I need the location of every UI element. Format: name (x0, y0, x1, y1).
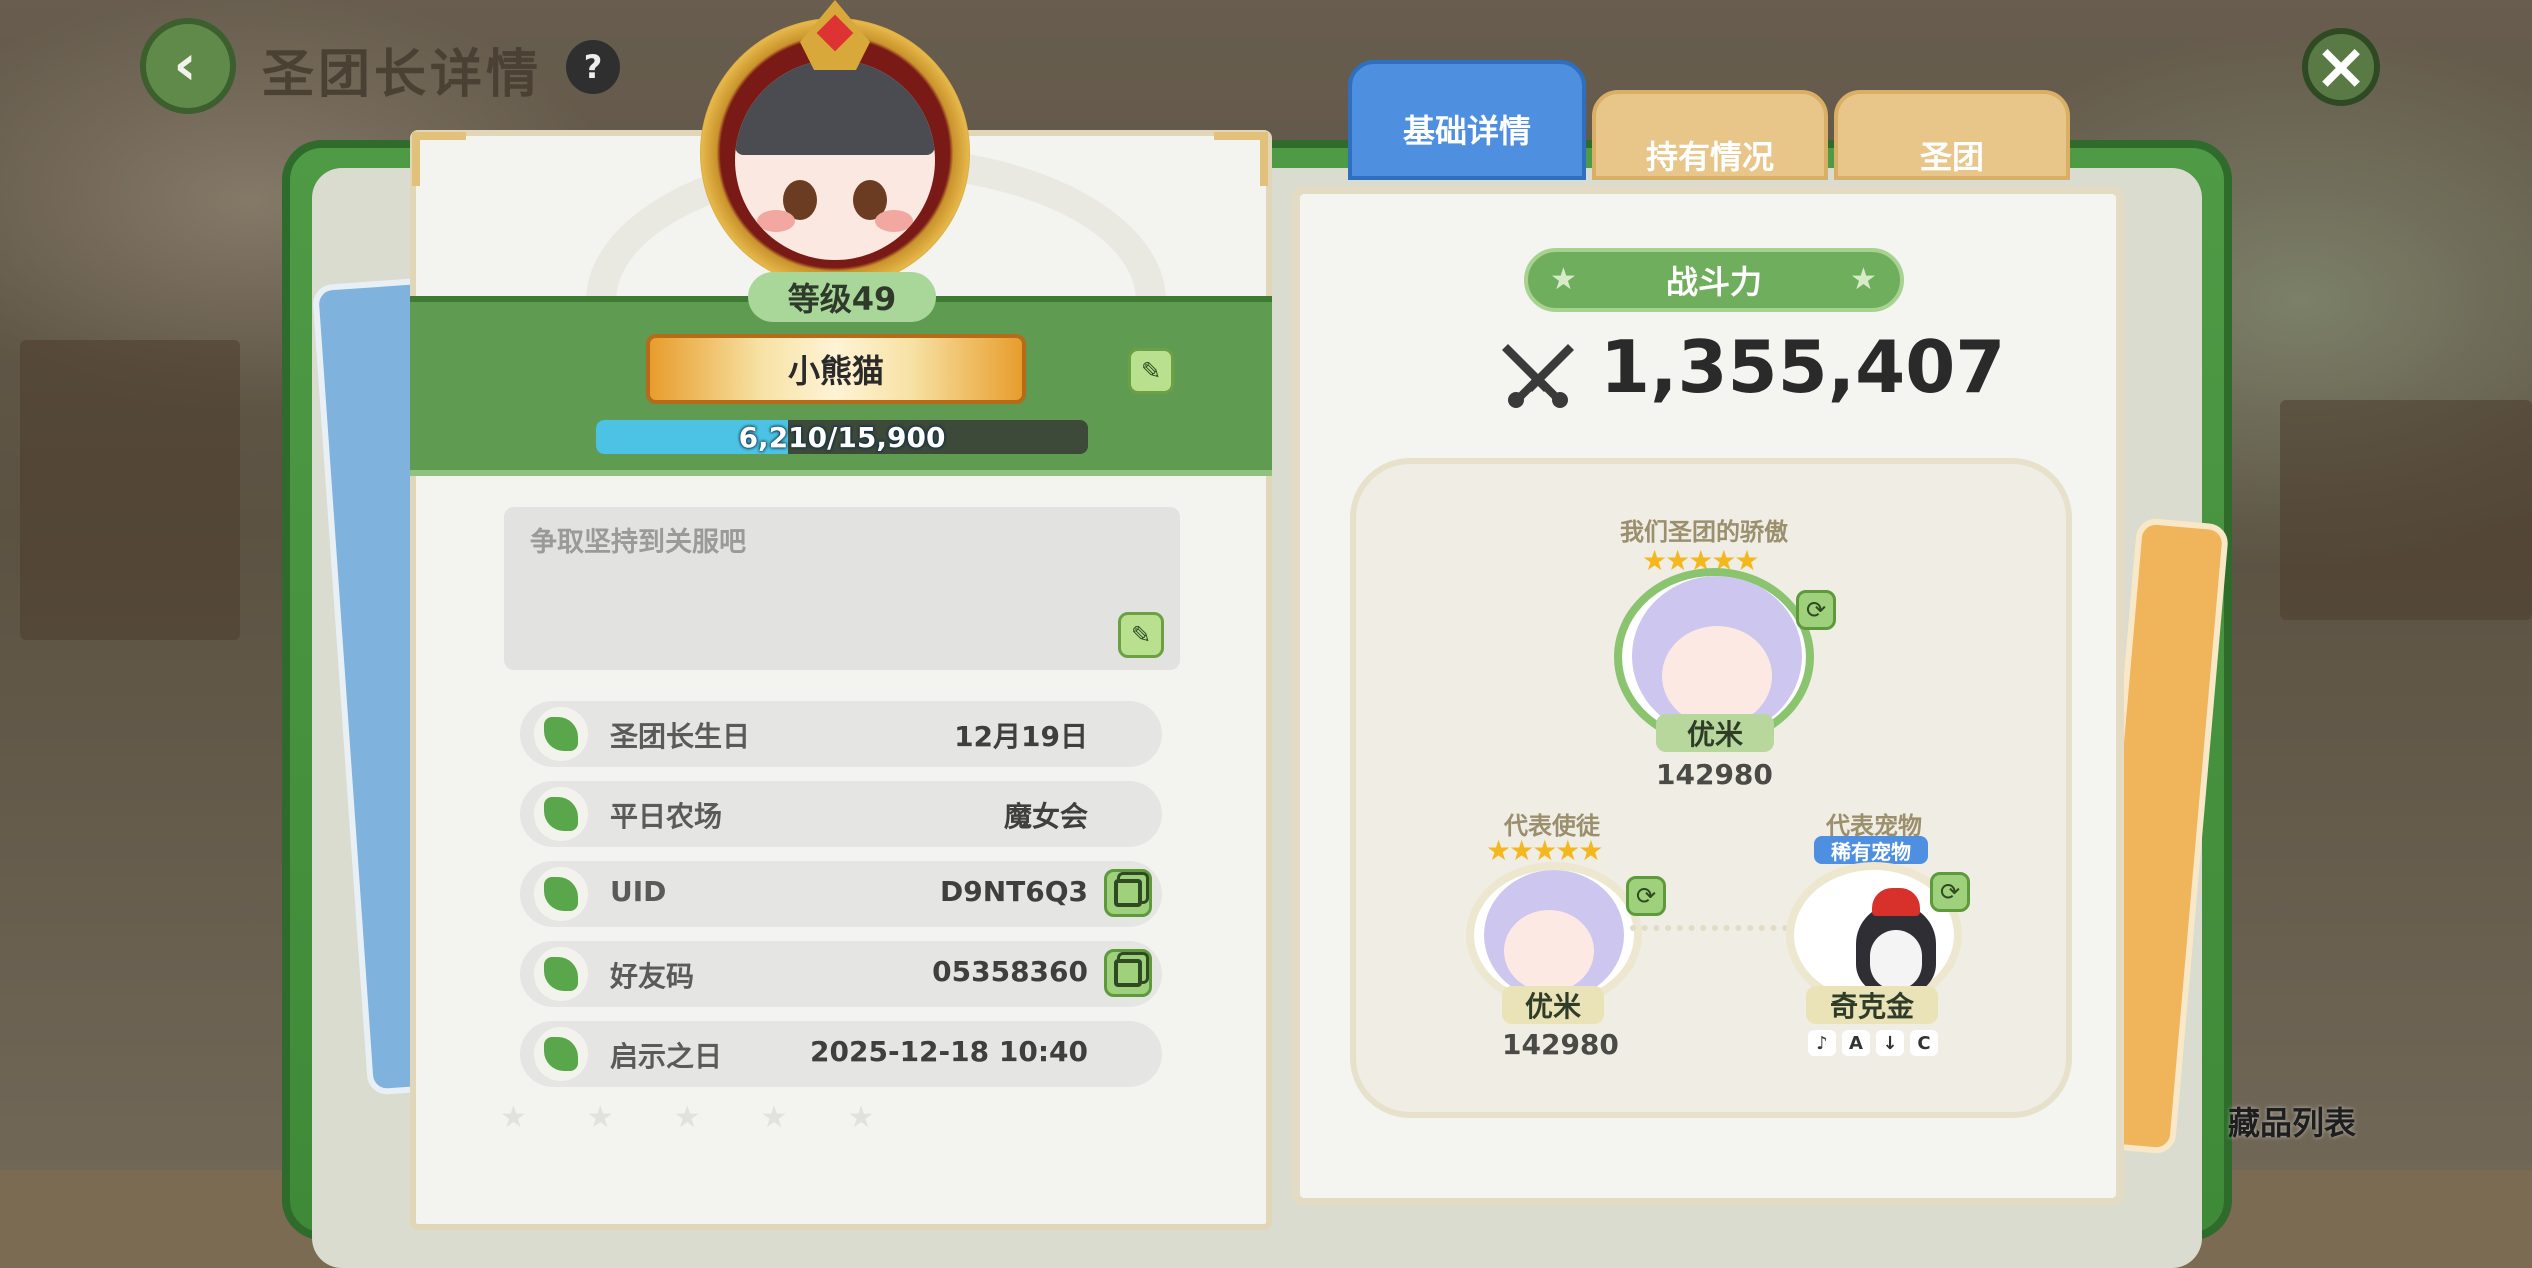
pet-skills: ♪ A ↓ C (1808, 1030, 1938, 1056)
info-value: 2025-12-18 10:40 (810, 1035, 1088, 1068)
name-plate: 小熊猫 (646, 334, 1026, 404)
leaf-icon (534, 867, 588, 921)
level-badge: 等级49 (748, 272, 936, 322)
close-icon: × (2314, 30, 2368, 104)
combat-power-value: 1,355,407 (1600, 325, 2006, 409)
refresh-icon: ⟳ (1635, 882, 1657, 910)
swap-pet-button[interactable]: ⟳ (1930, 872, 1970, 912)
pencil-icon: ✎ (1130, 621, 1152, 649)
pencil-icon: ✎ (1140, 357, 1162, 385)
xp-bar: 6,210/15,900 (596, 420, 1088, 454)
tab-holdings[interactable]: 持有情况 (1592, 90, 1828, 180)
tab-label: 基础详情 (1402, 112, 1531, 150)
edit-motto-button[interactable]: ✎ (1118, 612, 1164, 658)
info-label: UID (610, 875, 667, 908)
player-name: 小熊猫 (787, 352, 884, 390)
hero-power: 142980 (1656, 758, 1773, 791)
copy-icon (1114, 879, 1142, 907)
info-value: D9NT6Q3 (939, 875, 1088, 908)
info-label: 好友码 (610, 960, 695, 993)
connector-dots (1630, 925, 1800, 931)
motto-text: 争取坚持到关服吧 (530, 527, 746, 558)
skill-icon: A (1842, 1030, 1870, 1056)
xp-text: 6,210/15,900 (738, 420, 946, 454)
close-button[interactable]: × (2302, 28, 2380, 106)
info-row-uid: UID D9NT6Q3 (520, 861, 1162, 927)
sprout-icon (534, 1027, 588, 1081)
skill-icon: C (1910, 1030, 1938, 1056)
hero-name: 优米 (1656, 714, 1774, 752)
copy-uid-button[interactable] (1104, 869, 1152, 917)
info-label: 圣团长生日 (610, 720, 751, 753)
tab-label: 圣团 (1919, 138, 1984, 176)
clover-icon (534, 947, 588, 1001)
help-button[interactable]: ? (566, 40, 620, 94)
combat-power-label: 战斗力 (1665, 263, 1762, 301)
combat-power-banner: 战斗力 (1524, 248, 1904, 312)
apostle-power: 142980 (1502, 1028, 1619, 1061)
skill-icon: ↓ (1876, 1030, 1904, 1056)
rare-pet-badge: 稀有宠物 (1814, 836, 1928, 864)
info-row-farm: 平日农场 魔女会 (520, 781, 1162, 847)
info-value: 05358360 (932, 955, 1088, 988)
star-icon: ★ (1550, 262, 1577, 297)
swap-apostle-button[interactable]: ⟳ (1626, 876, 1666, 916)
question-icon: ? (583, 48, 603, 86)
back-button[interactable]: ‹ (140, 18, 236, 114)
farm-icon (534, 787, 588, 841)
info-label: 平日农场 (610, 800, 723, 833)
copy-friend-code-button[interactable] (1104, 949, 1152, 997)
tab-basic-details[interactable]: 基础详情 (1348, 60, 1586, 180)
pride-title: 我们圣团的骄傲 (1620, 518, 1788, 546)
pet-name: 奇克金 (1806, 986, 1938, 1024)
cake-icon (534, 707, 588, 761)
info-row-friend-code: 好友码 05358360 (520, 941, 1162, 1007)
crossed-swords-icon (1502, 344, 1574, 408)
star-icon: ★ (1850, 262, 1877, 297)
copy-icon (1114, 959, 1142, 987)
tab-label: 持有情况 (1645, 138, 1774, 176)
chevron-left-icon: ‹ (173, 33, 197, 98)
decorative-stars: ★★★★★ (500, 1100, 935, 1135)
refresh-icon: ⟳ (1805, 596, 1827, 624)
refresh-icon: ⟳ (1939, 878, 1961, 906)
avatar[interactable] (735, 60, 935, 260)
skill-icon: ♪ (1808, 1030, 1836, 1056)
apostle-name: 优米 (1502, 986, 1604, 1024)
info-row-start-date: 启示之日 2025-12-18 10:40 (520, 1021, 1162, 1087)
corner-ornament (412, 132, 466, 186)
corner-ornament (1214, 132, 1268, 186)
page-title: 圣团长详情 (262, 45, 543, 105)
info-value: 魔女会 (1003, 800, 1088, 833)
edit-name-button[interactable]: ✎ (1128, 348, 1174, 394)
info-row-birthday: 圣团长生日 12月19日 (520, 701, 1162, 767)
info-label: 启示之日 (610, 1040, 723, 1073)
collection-list-button[interactable]: 藏品列表 (2228, 1098, 2356, 1144)
swap-hero-button[interactable]: ⟳ (1796, 590, 1836, 630)
tab-guild[interactable]: 圣团 (1834, 90, 2070, 180)
info-value: 12月19日 (954, 720, 1088, 753)
